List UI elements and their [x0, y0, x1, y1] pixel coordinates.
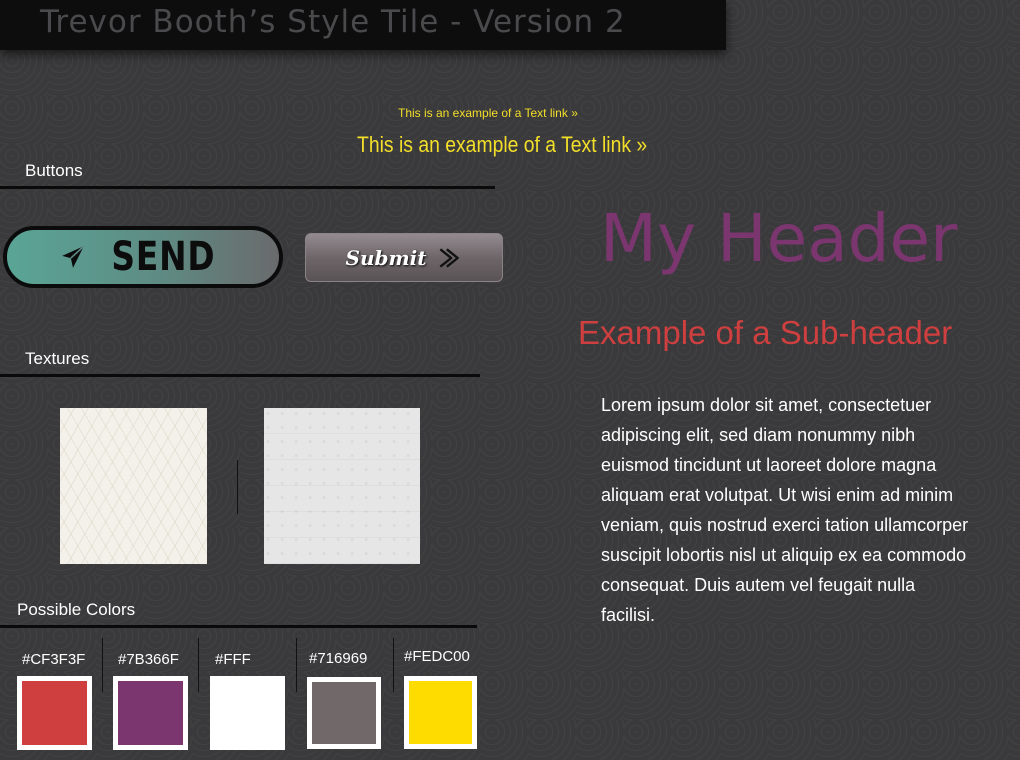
swatch-divider [102, 638, 103, 692]
submit-button[interactable]: Submit [305, 233, 503, 282]
send-button[interactable]: SEND [3, 226, 283, 288]
paper-plane-icon [61, 245, 84, 268]
text-link-large[interactable]: This is an example of a Text link » [357, 132, 647, 158]
swatch-divider [198, 638, 199, 692]
concrete-texture-sample [264, 408, 420, 564]
color-code-5: #FEDC00 [404, 648, 470, 665]
swatch-divider [296, 638, 297, 692]
color-swatch-white [210, 676, 285, 750]
section-label-colors: Possible Colors [17, 600, 136, 619]
color-swatch-gray [307, 677, 381, 749]
double-chevron-right-icon [440, 247, 460, 268]
color-swatch-yellow [404, 676, 477, 749]
typography-subheader: Example of a Sub-header [578, 314, 953, 351]
section-rule-colors [0, 625, 477, 628]
section-rule-textures [0, 374, 480, 377]
color-code-4: #716969 [309, 650, 368, 667]
section-label-buttons: Buttons [25, 161, 83, 180]
typography-body: Lorem ipsum dolor sit amet, consectetuer… [601, 395, 969, 625]
submit-button-label: Submit [345, 245, 427, 270]
section-rule-buttons [0, 186, 495, 189]
page-title: Trevor Booth’s Style Tile - Version 2 [40, 4, 626, 40]
section-label-textures: Textures [25, 349, 90, 368]
swatch-divider [393, 638, 394, 692]
text-link-small[interactable]: This is an example of a Text link » [398, 106, 578, 120]
leaf-texture-sample [60, 408, 207, 564]
texture-divider [237, 460, 238, 514]
color-swatch-purple [113, 676, 188, 750]
title-bar: Trevor Booth’s Style Tile - Version 2 [0, 0, 726, 50]
color-code-3: #FFF [215, 651, 251, 668]
color-code-2: #7B366F [118, 651, 179, 668]
color-swatch-red [17, 676, 92, 750]
typography-header: My Header [600, 200, 958, 277]
send-button-label: SEND [111, 234, 215, 280]
color-code-1: #CF3F3F [22, 651, 86, 668]
